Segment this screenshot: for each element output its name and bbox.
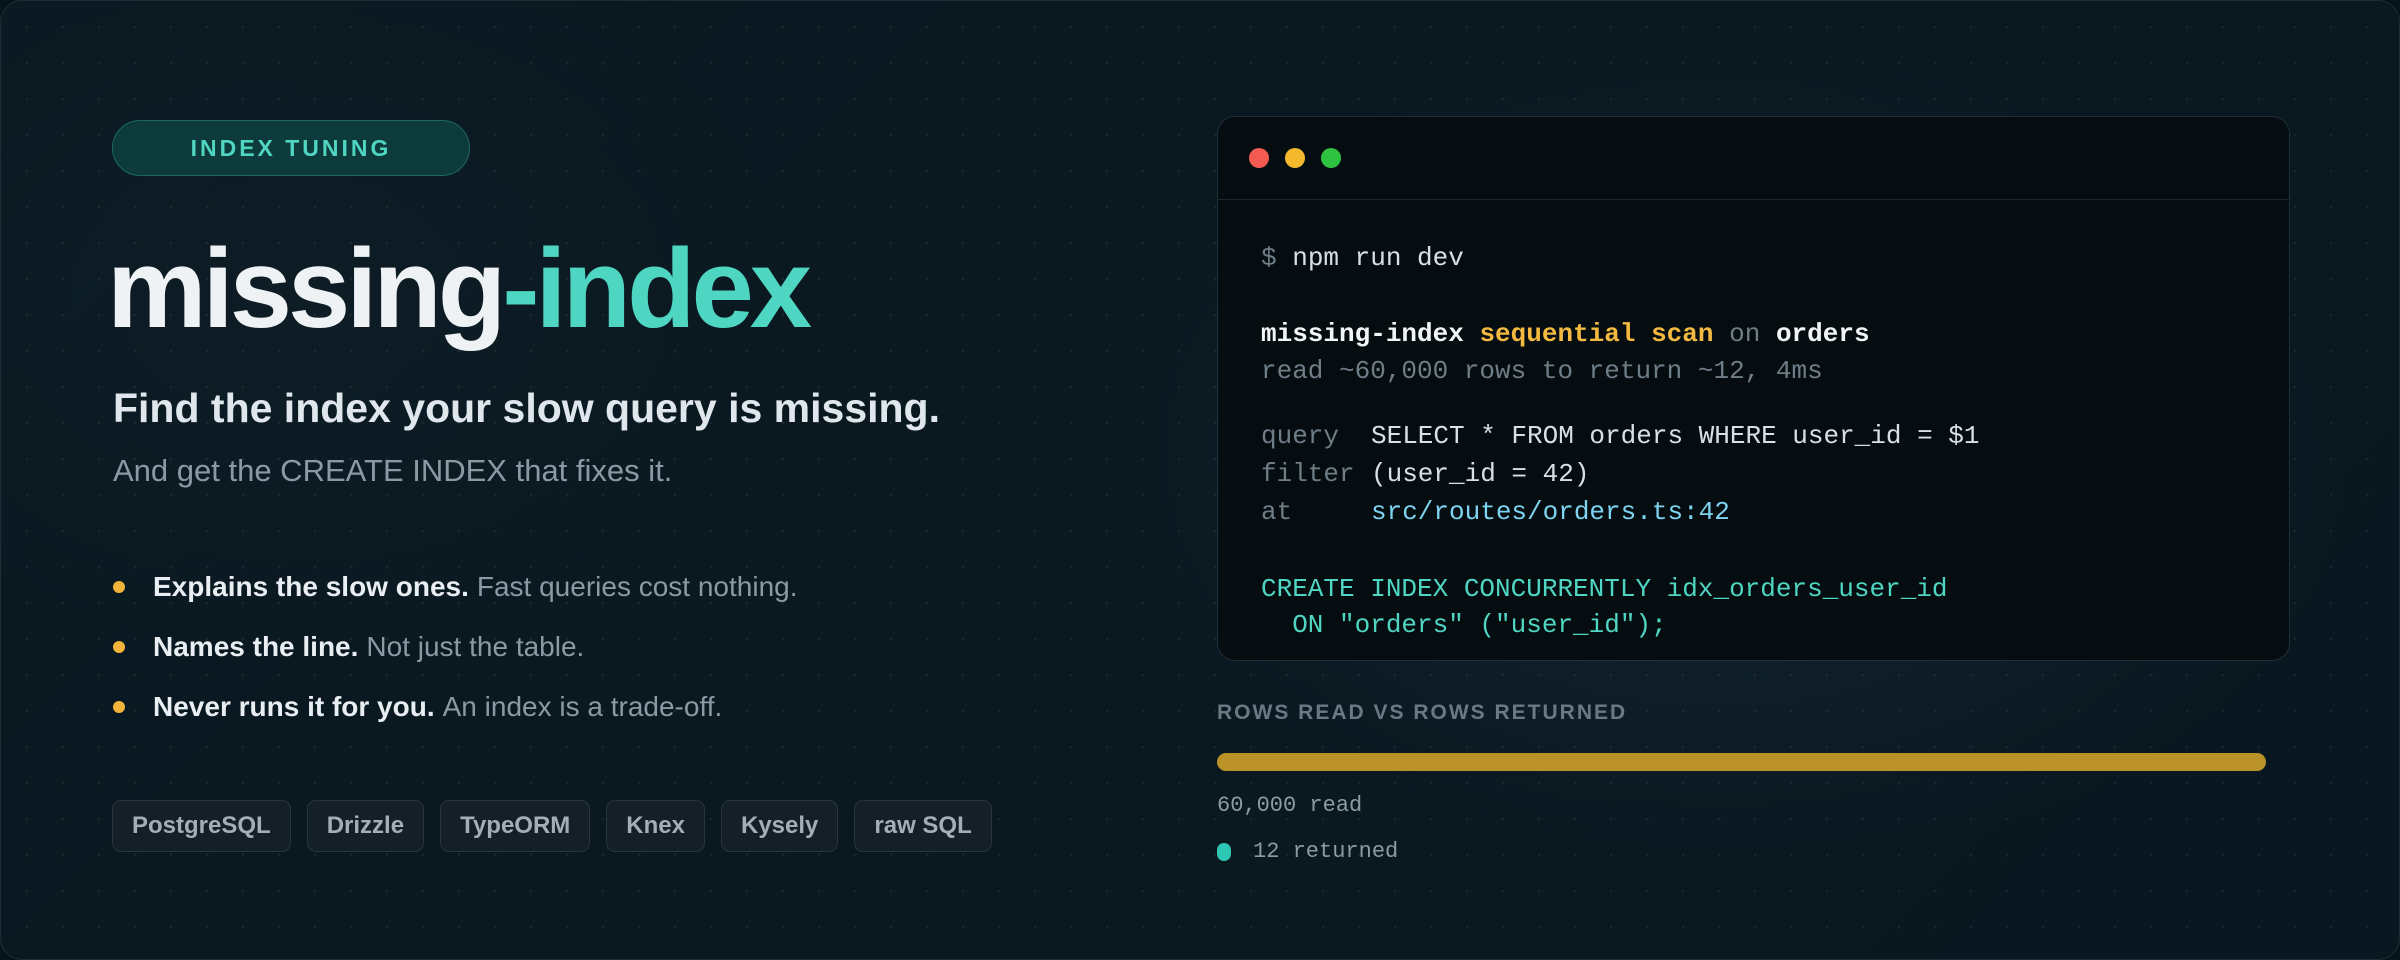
close-dot-icon: [1249, 148, 1269, 168]
location-key: at: [1261, 497, 1293, 527]
feature-weak: Fast queries cost nothing.: [476, 571, 798, 602]
chip-typeorm: TypeORM: [440, 800, 591, 852]
minimize-dot-icon: [1285, 148, 1305, 168]
terminal-titlebar: [1218, 117, 2289, 200]
terminal-output: $ npm run dev missing-index sequential s…: [1218, 200, 2289, 638]
rows-returned-legend: 12 returned: [1217, 839, 1398, 864]
title-part-accent: -index: [502, 226, 812, 351]
chip-postgresql: PostgreSQL: [112, 800, 291, 852]
report-line: missing-index sequential scan on orders: [1261, 321, 1870, 347]
chip-knex: Knex: [606, 800, 705, 852]
bullet-icon: [113, 701, 125, 713]
feature-list: Explains the slow ones. Fast queries cos…: [113, 557, 798, 737]
supported-tools: PostgreSQL Drizzle TypeORM Knex Kysely r…: [112, 800, 992, 852]
query-value: SELECT * FROM orders WHERE user_id = $1: [1371, 421, 1980, 451]
feature-item: Names the line. Not just the table.: [113, 617, 798, 677]
prompt-symbol: $: [1261, 243, 1277, 273]
query-line: query SELECT * FROM orders WHERE user_id …: [1261, 423, 1980, 449]
sql-fix-line-2: ON "orders" ("user_id");: [1261, 610, 1667, 640]
command-text: npm run dev: [1292, 243, 1464, 273]
rows-read-bar: [1217, 753, 2266, 771]
report-table: orders: [1775, 319, 1870, 349]
maximize-dot-icon: [1321, 148, 1341, 168]
filter-key: filter: [1261, 459, 1355, 489]
source-location-link[interactable]: src/routes/orders.ts:42: [1371, 497, 1730, 527]
feature-strong: Explains the slow ones.: [153, 571, 469, 602]
report-detail: read ~60,000 rows to return ~12, 4ms: [1261, 356, 1823, 386]
command-line: $ npm run dev: [1261, 245, 1464, 271]
report-tool: missing-index: [1261, 319, 1464, 349]
returned-swatch-icon: [1217, 842, 1231, 861]
feature-item: Explains the slow ones. Fast queries cos…: [113, 557, 798, 617]
category-badge: INDEX TUNING: [112, 120, 470, 176]
rows-chart-label: ROWS READ VS ROWS RETURNED: [1217, 701, 1628, 724]
chip-drizzle: Drizzle: [306, 800, 425, 852]
query-key: query: [1261, 421, 1340, 451]
filter-line: filter (user_id = 42): [1261, 461, 1589, 487]
feature-item: Never runs it for you. An index is a tra…: [113, 677, 798, 737]
subtitle: Find the index your slow query is missin…: [113, 385, 940, 431]
chip-raw-sql: raw SQL: [854, 800, 992, 852]
feature-weak: Not just the table.: [366, 631, 585, 662]
rows-bar-track: [1217, 753, 2266, 771]
location-line: at src/routes/orders.ts:42: [1261, 499, 1730, 525]
report-on: on: [1729, 319, 1761, 349]
tagline: And get the CREATE INDEX that fixes it.: [113, 453, 673, 488]
sql-fix-line-1: CREATE INDEX CONCURRENTLY idx_orders_use…: [1261, 574, 1948, 604]
report-finding: sequential scan: [1479, 319, 1714, 349]
feature-strong: Never runs it for you.: [153, 691, 435, 722]
title-part-main: missing: [107, 226, 506, 351]
hero-card: INDEX TUNING missing-index Find the inde…: [0, 0, 2400, 960]
feature-weak: An index is a trade-off.: [442, 691, 723, 722]
filter-value: (user_id = 42): [1371, 459, 1590, 489]
terminal-window: $ npm run dev missing-index sequential s…: [1217, 116, 2290, 661]
feature-strong: Names the line.: [153, 631, 359, 662]
bullet-icon: [113, 581, 125, 593]
chip-kysely: Kysely: [720, 800, 839, 852]
rows-read-label: 60,000 read: [1217, 793, 1363, 818]
rows-returned-label: 12 returned: [1253, 839, 1399, 864]
bullet-icon: [113, 641, 125, 653]
page-title: missing-index: [107, 233, 812, 345]
